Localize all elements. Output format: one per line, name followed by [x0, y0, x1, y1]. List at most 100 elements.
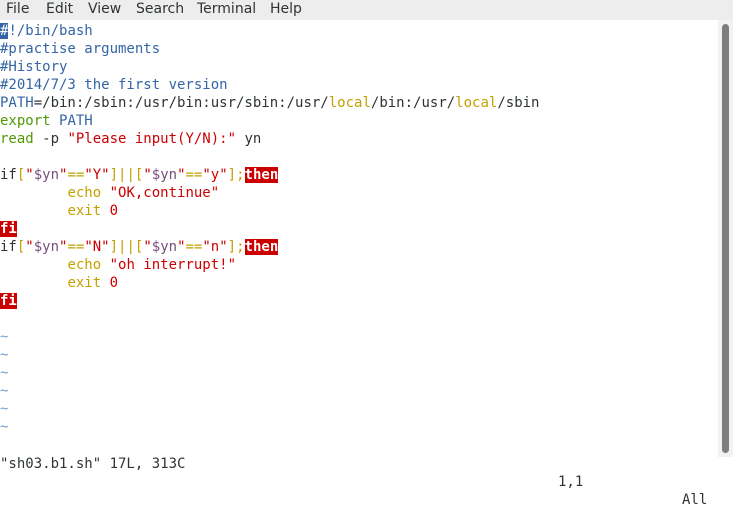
code-line: #2014/7/3 the first version	[0, 76, 228, 94]
empty-line-marker: ~	[0, 418, 8, 436]
empty-line-marker: ~	[0, 382, 8, 400]
vim-status-line: "sh03.b1.sh" 17L, 313C 1,1 All	[0, 437, 718, 508]
code-token: ]||[	[109, 167, 144, 183]
code-token: ==	[185, 239, 203, 255]
menu-help[interactable]: Help	[270, 1, 302, 17]
code-line: exit 0	[0, 274, 118, 292]
code-token: PATH	[0, 95, 34, 111]
menu-bar: File Edit View Search Terminal Help	[0, 0, 733, 20]
code-token: "oh interrupt!"	[109, 257, 237, 273]
code-token: exit	[67, 275, 102, 291]
code-token: ~	[0, 383, 9, 399]
code-token: "	[25, 167, 34, 183]
code-token: $yn	[151, 167, 178, 183]
code-token: $yn	[151, 239, 178, 255]
code-token: yn	[236, 131, 262, 147]
code-token: ~	[0, 329, 9, 345]
code-line: if["$yn"=="Y"]||["$yn"=="y"];then	[0, 166, 279, 184]
code-token: -p	[33, 131, 68, 147]
code-token: fi	[0, 293, 17, 309]
code-line: export PATH	[0, 112, 93, 130]
code-token: "	[177, 167, 186, 183]
code-token: /bin:/usr/	[370, 95, 456, 111]
code-token: #History	[0, 59, 68, 75]
menu-file[interactable]: File	[6, 1, 29, 17]
code-token: ];	[227, 167, 245, 183]
code-token: $yn	[33, 167, 60, 183]
code-token: ~	[0, 365, 9, 381]
code-line: fi	[0, 220, 17, 238]
vertical-scrollbar[interactable]	[718, 20, 733, 457]
code-token: ~	[0, 419, 9, 435]
empty-line-marker: ~	[0, 400, 8, 418]
code-token: PATH	[59, 113, 93, 129]
code-line: echo "OK,continue"	[0, 184, 219, 202]
code-line: exit 0	[0, 202, 118, 220]
code-token: /sbin	[497, 95, 540, 111]
code-token: #practise arguments	[0, 41, 161, 57]
code-token: echo	[67, 185, 102, 201]
code-token: then	[244, 167, 279, 183]
code-token: ==	[67, 167, 85, 183]
code-token: ~	[0, 401, 9, 417]
code-token: read	[0, 131, 34, 147]
code-token: export	[0, 113, 51, 129]
code-token: 0	[109, 275, 119, 291]
menu-terminal[interactable]: Terminal	[197, 1, 256, 17]
code-token: then	[244, 239, 279, 255]
empty-line-marker: ~	[0, 328, 8, 346]
code-line: #History	[0, 58, 67, 76]
code-token: ~	[0, 347, 9, 363]
menu-search[interactable]: Search	[136, 1, 184, 17]
code-token: "	[143, 239, 152, 255]
code-token: fi	[0, 221, 17, 237]
code-line: fi	[0, 292, 17, 310]
code-token: "n"	[202, 239, 228, 255]
code-token: ==	[185, 167, 203, 183]
menu-view[interactable]: View	[88, 1, 121, 17]
code-token: "Y"	[84, 167, 110, 183]
terminal-editor-area[interactable]: #!/bin/bash #practise arguments #History #2…	[0, 22, 718, 436]
menu-edit[interactable]: Edit	[46, 1, 73, 17]
code-token: "y"	[202, 167, 228, 183]
status-cursor-position: 1,1	[558, 474, 584, 490]
code-token: =/bin:/sbin:/usr/bin:usr/sbin:/usr/	[33, 95, 329, 111]
code-token: local	[455, 95, 498, 111]
code-token: local	[328, 95, 371, 111]
code-token: "	[25, 239, 34, 255]
code-token: "	[177, 239, 186, 255]
code-token: "OK,continue"	[109, 185, 220, 201]
code-line: #practise arguments	[0, 40, 160, 58]
code-token: ];	[227, 239, 245, 255]
code-token: $yn	[33, 239, 60, 255]
code-token: exit	[67, 203, 102, 219]
code-token: ]||[	[109, 239, 144, 255]
empty-line-marker: ~	[0, 364, 8, 382]
code-line: #!/bin/bash	[0, 22, 93, 40]
code-token: echo	[67, 257, 102, 273]
code-line: if["$yn"=="N"]||["$yn"=="n"];then	[0, 238, 279, 256]
code-token: "N"	[84, 239, 110, 255]
code-token: #2014/7/3 the first version	[0, 77, 228, 93]
code-token: !/bin/bash	[8, 23, 93, 39]
code-line: read -p "Please input(Y/N):" yn	[0, 130, 261, 148]
scrollbar-thumb[interactable]	[722, 24, 729, 453]
code-token: if	[0, 167, 17, 183]
code-token: if	[0, 239, 17, 255]
code-token: 0	[109, 203, 119, 219]
empty-line-marker: ~	[0, 346, 8, 364]
code-token: "	[143, 167, 152, 183]
code-line: PATH=/bin:/sbin:/usr/bin:usr/sbin:/usr/l…	[0, 94, 540, 112]
code-line: echo "oh interrupt!"	[0, 256, 236, 274]
code-token: ==	[67, 239, 85, 255]
status-file-info: "sh03.b1.sh" 17L, 313C	[0, 456, 186, 472]
